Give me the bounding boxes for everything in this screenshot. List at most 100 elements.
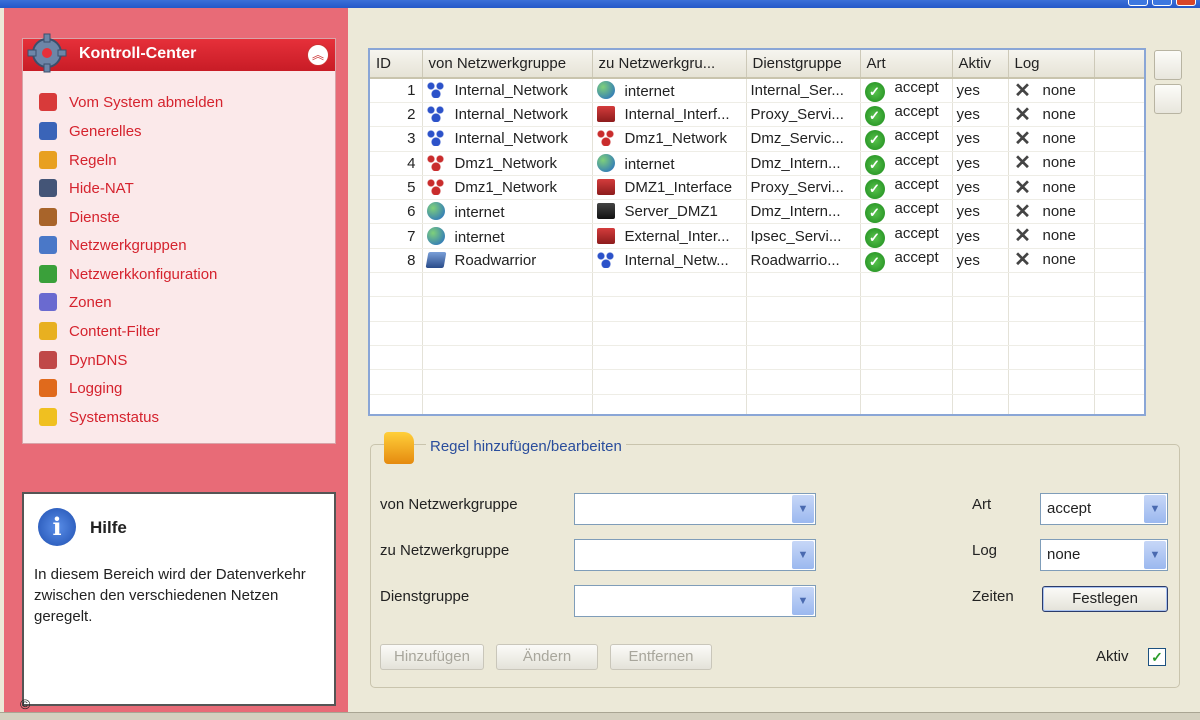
empty-cell (1094, 272, 1144, 298)
cell-log-text: none (1042, 105, 1076, 123)
to-group-select[interactable]: ▼ (574, 539, 816, 571)
sidebar-item-label: Regeln (69, 151, 117, 169)
chevron-down-icon[interactable]: ▼ (1144, 495, 1166, 523)
add-button[interactable]: Hinzufügen (380, 644, 484, 670)
table-row[interactable]: 4 Dmz1_Network internet Dmz_Intern... ✓ accep… (370, 151, 1144, 176)
cell-log: ✕ none (1008, 199, 1095, 225)
empty-cell (370, 272, 423, 298)
check-icon: ✓ (864, 251, 885, 272)
sidebar-item[interactable]: Dienste (39, 206, 120, 228)
sidebar-item[interactable]: Vom System abmelden (39, 91, 223, 113)
cell-service-group: Dmz_Intern... (746, 199, 861, 225)
dmz-network-icon (426, 179, 445, 196)
table-row[interactable]: 3 Internal_Network Dmz1_Network Dmz_Servic.… (370, 126, 1144, 152)
empty-cell (746, 345, 861, 371)
check-icon: ✓ (864, 203, 885, 223)
cell-id-text: 1 (407, 82, 416, 99)
column-header-log[interactable]: Log (1008, 50, 1095, 79)
chevron-down-icon[interactable]: ▼ (792, 495, 814, 523)
empty-cell (592, 369, 747, 395)
close-button[interactable] (1176, 0, 1196, 6)
cell-log-text: none (1042, 251, 1076, 269)
sidebar-item-label: Netzwerkkonfiguration (69, 265, 218, 283)
festlegen-button[interactable]: Festlegen (1042, 586, 1168, 612)
cell-id-text: 7 (407, 227, 416, 245)
art-select[interactable]: accept ▼ (1040, 493, 1168, 525)
cell-from-group: Internal_Network (422, 78, 593, 103)
table-row[interactable]: 1 Internal_Network internet Internal_Ser...… (370, 78, 1144, 103)
column-header-id[interactable]: ID (370, 50, 423, 79)
sidebar-item[interactable]: Content-Filter (39, 320, 160, 342)
cell-art-text: accept (894, 127, 939, 145)
empty-cell (860, 321, 953, 346)
cell-service-group-text: Proxy_Servi... (750, 106, 844, 124)
column-header-from-group[interactable]: von Netzwerkgruppe (422, 50, 593, 79)
chevron-down-icon[interactable]: ▼ (1144, 541, 1166, 569)
empty-cell (1008, 394, 1095, 414)
log-select[interactable]: none ▼ (1040, 539, 1168, 571)
globe-icon (426, 202, 445, 221)
server-icon (596, 203, 615, 220)
empty-cell (1008, 296, 1095, 322)
sidebar-item[interactable]: Zonen (39, 291, 112, 313)
aktiv-checkbox[interactable]: ✓ (1148, 648, 1166, 666)
column-header-art[interactable]: Art (860, 50, 953, 79)
table-row[interactable]: 8 Roadwarrior Internal_Netw... Roadwarrio..… (370, 248, 1144, 274)
sidebar-item[interactable]: Regeln (39, 149, 117, 171)
empty-cell (746, 272, 861, 298)
cell-aktiv-text: yes (956, 154, 980, 172)
cell-art-text: accept (894, 79, 939, 96)
cell-log: ✕ none (1008, 248, 1095, 274)
rules-table[interactable]: ID von Netzwerkgruppe zu Netzwerkgru... … (368, 48, 1146, 416)
remove-button[interactable]: Entfernen (610, 644, 712, 670)
nat-icon (39, 179, 57, 197)
cell-to-group-text: internet (624, 83, 675, 100)
minimize-button[interactable] (1128, 0, 1148, 6)
cell-filler (1094, 223, 1144, 249)
table-row[interactable]: 6 internet Server_DMZ1 Dmz_Intern... ✓ accept… (370, 199, 1144, 225)
control-center-title: Kontroll-Center (79, 45, 197, 62)
control-center-header[interactable]: Kontroll-Center ︽ (23, 33, 335, 73)
from-group-select[interactable]: ▼ (574, 493, 816, 525)
chevron-down-icon[interactable]: ▼ (792, 587, 814, 615)
empty-cell (370, 296, 423, 322)
sidebar-item[interactable]: Systemstatus (39, 406, 159, 428)
cell-from-group: Internal_Network (422, 102, 593, 128)
cell-log: ✕ none (1008, 102, 1095, 128)
collapse-icon[interactable]: ︽ (307, 44, 329, 66)
x-icon: ✕ (1014, 79, 1031, 102)
check-icon: ✓ (864, 106, 885, 126)
service-group-select[interactable]: ▼ (574, 585, 816, 617)
sidebar-item[interactable]: Hide-NAT (39, 177, 134, 199)
sidebar-item[interactable]: Netzwerkgruppen (39, 234, 187, 256)
sidebar-item[interactable]: Generelles (39, 120, 142, 142)
sidebar-item-label: Logging (69, 379, 123, 397)
sidebar-item-label: DynDNS (69, 351, 128, 369)
check-icon: ✓ (864, 227, 885, 248)
table-row[interactable]: 7 internet External_Inter... Ipsec_Servi...… (370, 223, 1144, 249)
empty-cell (860, 272, 953, 298)
cell-to-group-text: Internal_Interf... (624, 106, 730, 124)
cell-log-text: none (1042, 154, 1076, 172)
chevron-down-icon[interactable]: ▼ (792, 541, 814, 569)
empty-cell (746, 394, 861, 414)
maximize-button[interactable] (1152, 0, 1172, 6)
cell-to-group: DMZ1_Interface (592, 175, 747, 201)
column-header-aktiv[interactable]: Aktiv (952, 50, 1009, 79)
cell-from-group: Internal_Network (422, 126, 593, 152)
move-down-button[interactable] (1154, 84, 1182, 114)
change-button[interactable]: Ändern (496, 644, 598, 670)
globe-icon (426, 226, 445, 245)
cell-from-group-text: Internal_Network (454, 130, 568, 148)
table-row[interactable]: 5 Dmz1_Network DMZ1_Interface Proxy_Servi..… (370, 175, 1144, 201)
sidebar-item[interactable]: Netzwerkkonfiguration (39, 263, 217, 285)
empty-cell (1094, 369, 1144, 395)
bulb-icon (39, 408, 57, 426)
move-up-button[interactable] (1154, 50, 1182, 80)
sidebar-item[interactable]: DynDNS (39, 349, 127, 371)
column-header-service-group[interactable]: Dienstgruppe (746, 50, 861, 79)
column-header-to-group[interactable]: zu Netzwerkgru... (592, 50, 747, 79)
sidebar-item[interactable]: Logging (39, 377, 122, 399)
log-value: none (1047, 546, 1081, 563)
table-row[interactable]: 2 Internal_Network Internal_Interf... Proxy… (370, 102, 1144, 128)
